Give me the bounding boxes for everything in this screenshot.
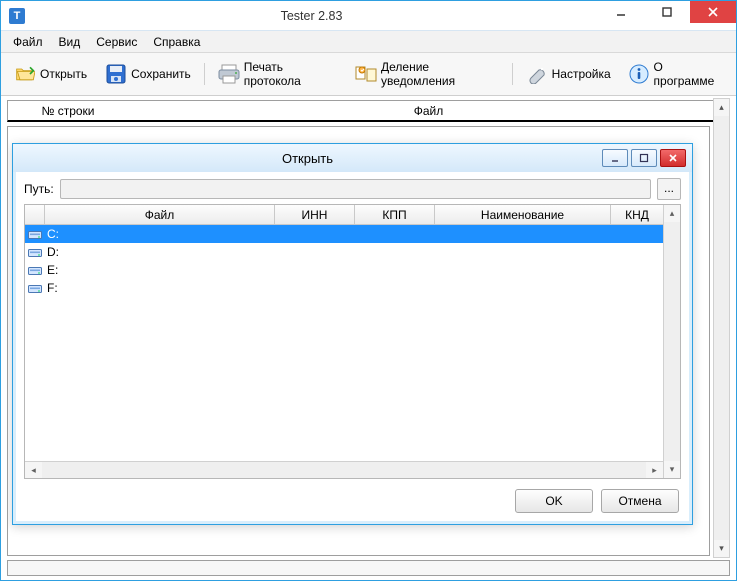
toolbar-open-button[interactable]: Открыть	[7, 60, 94, 88]
th-file[interactable]: Файл	[45, 205, 275, 224]
menu-help[interactable]: Справка	[145, 33, 208, 51]
scroll-right-icon[interactable]: ▸	[646, 462, 663, 478]
dialog-maximize-button[interactable]	[631, 149, 657, 167]
toolbar-about-label: О программе	[654, 60, 723, 88]
drive-icon	[25, 283, 45, 294]
path-row: Путь: ...	[16, 172, 689, 204]
window-title: Tester 2.83	[25, 9, 598, 23]
toolbar-save-label: Сохранить	[131, 67, 191, 81]
folder-open-icon	[14, 63, 36, 85]
grid-col-file: Файл	[128, 104, 729, 118]
client-area: № строки Файл ▴ ▾ Открыть	[1, 96, 736, 560]
titlebar: T Tester 2.83	[1, 1, 736, 31]
scroll-track[interactable]	[714, 116, 729, 540]
path-label: Путь:	[24, 182, 54, 196]
menu-view[interactable]: Вид	[51, 33, 89, 51]
minimize-button[interactable]	[598, 1, 644, 23]
dialog-title: Открыть	[13, 151, 602, 166]
scroll-down-icon[interactable]: ▾	[714, 540, 729, 557]
wrench-icon	[526, 63, 548, 85]
toolbar-separator	[512, 63, 513, 85]
window-controls	[598, 1, 736, 30]
toolbar-split-label: Деление уведомления	[381, 60, 499, 88]
table-row[interactable]: D:	[25, 243, 663, 261]
grid-col-num: № строки	[8, 104, 128, 118]
close-button[interactable]	[690, 1, 736, 23]
scroll-up-icon[interactable]: ▴	[664, 205, 680, 222]
grid-header: № строки Файл	[7, 100, 730, 122]
path-input[interactable]	[60, 179, 651, 199]
cell-file: E:	[45, 261, 275, 279]
scroll-down-icon[interactable]: ▾	[664, 461, 680, 478]
browse-button[interactable]: ...	[657, 178, 681, 200]
table-body: C:D:E:F:	[25, 225, 663, 461]
cell-file: F:	[45, 279, 275, 297]
cell-file: C:	[45, 225, 275, 243]
table-header: Файл ИНН КПП Наименование КНД	[25, 205, 663, 225]
toolbar-split-button[interactable]: Деление уведомления	[348, 57, 506, 91]
toolbar-separator	[204, 63, 205, 85]
toolbar-settings-label: Настройка	[552, 67, 611, 81]
printer-icon	[218, 63, 240, 85]
cell-file: D:	[45, 243, 275, 261]
th-knd[interactable]: КНД	[611, 205, 663, 224]
toolbar-open-label: Открыть	[40, 67, 87, 81]
toolbar-settings-button[interactable]: Настройка	[519, 60, 618, 88]
menu-service[interactable]: Сервис	[88, 33, 145, 51]
toolbar-print-label: Печать протокола	[244, 60, 337, 88]
toolbar-print-button[interactable]: Печать протокола	[211, 57, 344, 91]
drive-icon	[25, 229, 45, 240]
table-row[interactable]: E:	[25, 261, 663, 279]
dialog-footer: OK Отмена	[16, 479, 689, 521]
drive-icon	[25, 265, 45, 276]
open-dialog: Открыть Путь:	[12, 143, 693, 525]
menubar: Файл Вид Сервис Справка	[1, 31, 736, 53]
dialog-window-controls	[602, 149, 686, 167]
statusbar	[7, 560, 730, 576]
toolbar: Открыть Сохранить Печать протокола Делен…	[1, 53, 736, 96]
th-inn[interactable]: ИНН	[275, 205, 355, 224]
th-name[interactable]: Наименование	[435, 205, 611, 224]
mdi-area: Открыть Путь:	[7, 126, 710, 556]
scroll-left-icon[interactable]: ◂	[25, 462, 42, 478]
dialog-close-button[interactable]	[660, 149, 686, 167]
toolbar-about-button[interactable]: О программе	[622, 57, 730, 91]
menu-file[interactable]: Файл	[5, 33, 51, 51]
drive-icon	[25, 247, 45, 258]
main-vertical-scrollbar[interactable]: ▴ ▾	[713, 98, 730, 558]
app-icon: T	[9, 8, 25, 24]
table-row[interactable]: C:	[25, 225, 663, 243]
info-icon	[629, 63, 650, 85]
dialog-titlebar: Открыть	[13, 144, 692, 172]
th-kpp[interactable]: КПП	[355, 205, 435, 224]
vscroll-track[interactable]	[664, 222, 680, 461]
th-icon	[25, 205, 45, 224]
cancel-button[interactable]: Отмена	[601, 489, 679, 513]
dialog-minimize-button[interactable]	[602, 149, 628, 167]
main-window: T Tester 2.83 Файл Вид Сервис Справка От…	[0, 0, 737, 581]
file-table: Файл ИНН КПП Наименование КНД C:D:E:F: ◂…	[24, 204, 681, 479]
toolbar-save-button[interactable]: Сохранить	[98, 60, 198, 88]
table-horizontal-scrollbar[interactable]: ◂ ▸	[25, 461, 663, 478]
split-document-icon	[355, 63, 377, 85]
save-icon	[105, 63, 127, 85]
scroll-up-icon[interactable]: ▴	[714, 99, 729, 116]
dialog-body: Путь: ... Файл ИНН КПП Наименование	[13, 172, 692, 524]
table-row[interactable]: F:	[25, 279, 663, 297]
table-vertical-scrollbar[interactable]: ▴ ▾	[663, 205, 680, 478]
ok-button[interactable]: OK	[515, 489, 593, 513]
maximize-button[interactable]	[644, 1, 690, 23]
